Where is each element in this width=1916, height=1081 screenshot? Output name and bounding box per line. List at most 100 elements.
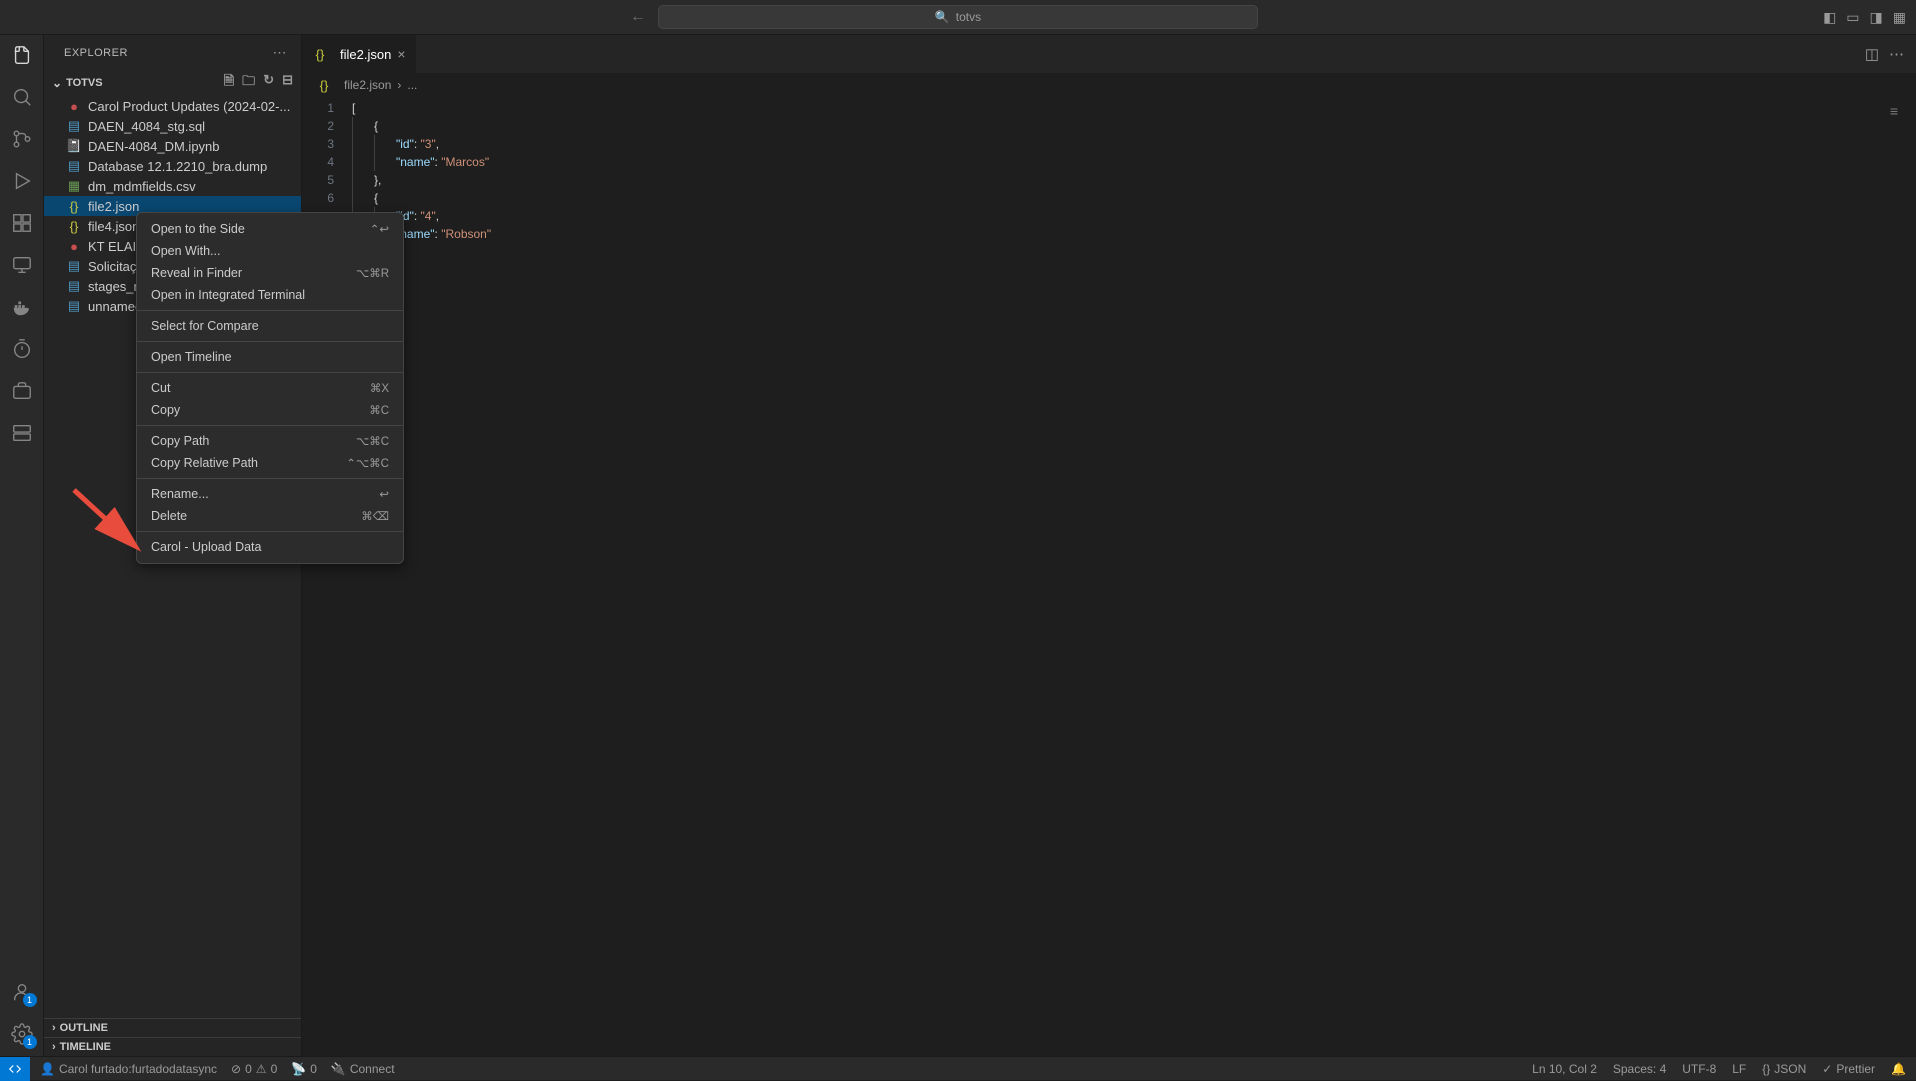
source-control-icon[interactable] <box>10 127 34 151</box>
status-user[interactable]: 👤Carol furtado:furtadodatasync <box>40 1062 217 1076</box>
menu-shortcut: ⌥⌘C <box>356 434 389 448</box>
statusbar: 👤Carol furtado:furtadodatasync ⊘0 ⚠0 📡0 … <box>0 1056 1916 1080</box>
file-item[interactable]: ▦dm_mdmfields.csv <box>44 176 301 196</box>
file-label: Carol Product Updates (2024-02-... <box>88 99 290 114</box>
settings-gear-icon[interactable] <box>10 1022 34 1046</box>
tab-file2[interactable]: {} file2.json × <box>302 35 417 73</box>
menu-shortcut: ⌃↩ <box>370 222 389 236</box>
server-icon[interactable] <box>10 421 34 445</box>
context-menu: Open to the Side⌃↩ Open With... Reveal in … <box>136 212 404 564</box>
menu-label: Delete <box>151 509 187 523</box>
file-label: stages_n <box>88 279 141 294</box>
status-lang[interactable]: {}JSON <box>1762 1062 1806 1076</box>
file-item[interactable]: ●Carol Product Updates (2024-02-... <box>44 96 301 116</box>
menu-label: Carol - Upload Data <box>151 540 261 554</box>
chevron-right-icon: › <box>397 78 401 92</box>
status-lncol[interactable]: Ln 10, Col 2 <box>1532 1062 1597 1076</box>
breadcrumb[interactable]: {} file2.json › ... <box>302 73 1916 97</box>
menu-label: Reveal in Finder <box>151 266 242 280</box>
menu-item[interactable]: Open With... <box>137 240 403 262</box>
minimap-toggle-icon[interactable]: ≡ <box>1890 103 1898 119</box>
chevron-right-icon: › <box>52 1041 56 1053</box>
account-icon[interactable] <box>10 980 34 1004</box>
radio-icon: 📡 <box>291 1062 306 1076</box>
menu-label: Select for Compare <box>151 319 259 333</box>
new-file-icon[interactable]: 🗎 <box>224 72 234 94</box>
menu-item[interactable]: Copy ⌘C <box>137 399 403 421</box>
status-connect[interactable]: 🔌Connect <box>331 1062 395 1076</box>
editor-area: {} file2.json × ◫ ⋯ {} file2.json › ... … <box>302 35 1916 1056</box>
refresh-icon[interactable]: ↻ <box>263 72 274 94</box>
remote-explorer-icon[interactable] <box>10 253 34 277</box>
run-debug-icon[interactable] <box>10 169 34 193</box>
menu-item[interactable]: Copy Relative Path⌃⌥⌘C <box>137 452 403 474</box>
file-label: DAEN-4084_DM.ipynb <box>88 139 220 154</box>
remote-indicator[interactable] <box>0 1057 30 1081</box>
search-activity-icon[interactable] <box>10 85 34 109</box>
extensions-icon[interactable] <box>10 211 34 235</box>
panel-bottom-icon[interactable]: ▭ <box>1846 9 1859 26</box>
panel-left-icon[interactable]: ◧ <box>1823 9 1836 26</box>
status-spaces[interactable]: Spaces: 4 <box>1613 1062 1666 1076</box>
menu-item[interactable]: Open Timeline <box>137 346 403 368</box>
code-content[interactable]: [ { "id": "3", "name": "Marcos" }, { "id… <box>352 97 1916 1056</box>
sidebar-more-icon[interactable]: ⋯ <box>273 44 288 61</box>
explorer-icon[interactable] <box>10 43 34 67</box>
file-item[interactable]: 📓DAEN-4084_DM.ipynb <box>44 136 301 156</box>
outline-section[interactable]: ›OUTLINE <box>44 1018 301 1037</box>
collapse-icon[interactable]: ⊟ <box>282 72 293 94</box>
split-editor-icon[interactable]: ◫ <box>1865 45 1879 63</box>
menu-item[interactable]: Copy Path⌥⌘C <box>137 430 403 452</box>
file-type-icon: {} <box>66 198 82 214</box>
menu-shortcut: ⌥⌘R <box>356 266 389 280</box>
file-label: dm_mdmfields.csv <box>88 179 196 194</box>
docker-icon[interactable] <box>10 295 34 319</box>
menu-label: Copy Relative Path <box>151 456 258 470</box>
menu-item[interactable]: Select for Compare <box>137 315 403 337</box>
menu-label: Cut <box>151 381 170 395</box>
json-icon: {} <box>1762 1062 1770 1076</box>
more-actions-icon[interactable]: ⋯ <box>1889 45 1904 63</box>
timeline-section[interactable]: ›TIMELINE <box>44 1037 301 1056</box>
project-icon[interactable] <box>10 379 34 403</box>
menu-item[interactable]: Cut⌘X <box>137 377 403 399</box>
menu-shortcut: ⌘C <box>369 403 389 417</box>
menu-item[interactable]: Delete⌘⌫ <box>137 505 403 527</box>
file-type-icon: ● <box>66 238 82 254</box>
status-ports[interactable]: 📡0 <box>291 1062 317 1076</box>
back-icon[interactable]: ← <box>630 8 646 26</box>
menu-item[interactable]: Rename...↩ <box>137 483 403 505</box>
menu-label: Open With... <box>151 244 220 258</box>
menu-item[interactable]: Carol - Upload Data <box>137 536 403 558</box>
menu-item[interactable]: Open in Integrated Terminal <box>137 284 403 306</box>
file-type-icon: ▤ <box>66 158 82 174</box>
folder-header[interactable]: ⌄ TOTVS 🗎 🗀 ↻ ⊟ <box>44 70 301 96</box>
status-errors[interactable]: ⊘0 ⚠0 <box>231 1062 277 1076</box>
file-item[interactable]: ▤ Database 12.1.2210_bra.dump <box>44 156 301 176</box>
breadcrumb-rest: ... <box>407 78 417 92</box>
layout-grid-icon[interactable]: ▦ <box>1893 9 1906 26</box>
menu-item[interactable]: Reveal in Finder ⌥⌘R <box>137 262 403 284</box>
file-type-icon: {} <box>66 218 82 234</box>
warning-icon: ⚠ <box>256 1062 267 1076</box>
command-center[interactable]: 🔍 totvs <box>658 5 1258 29</box>
panel-right-icon[interactable]: ◨ <box>1870 9 1883 26</box>
timer-icon[interactable] <box>10 337 34 361</box>
status-bell-icon[interactable]: 🔔 <box>1891 1062 1906 1076</box>
status-eol[interactable]: LF <box>1732 1062 1746 1076</box>
new-folder-icon[interactable]: 🗀 <box>242 72 255 94</box>
file-item[interactable]: ▤DAEN_4084_stg.sql <box>44 116 301 136</box>
status-prettier[interactable]: ✓Prettier <box>1822 1062 1875 1076</box>
check-icon: ✓ <box>1822 1062 1832 1076</box>
menu-item[interactable]: Open to the Side⌃↩ <box>137 218 403 240</box>
breadcrumb-file: file2.json <box>344 78 391 92</box>
file-label: Database 12.1.2210_bra.dump <box>88 159 267 174</box>
file-type-icon: ▤ <box>66 258 82 274</box>
menu-separator <box>137 372 403 373</box>
chevron-down-icon: ⌄ <box>52 76 62 90</box>
status-encoding[interactable]: UTF-8 <box>1682 1062 1716 1076</box>
close-icon[interactable]: × <box>397 46 405 62</box>
titlebar: ← → 🔍 totvs ◧ ▭ ◨ ▦ <box>0 0 1916 35</box>
code-editor[interactable]: 123456 [ { "id": "3", "name": "Marcos" }… <box>302 97 1916 1056</box>
menu-label: Copy <box>151 403 180 417</box>
